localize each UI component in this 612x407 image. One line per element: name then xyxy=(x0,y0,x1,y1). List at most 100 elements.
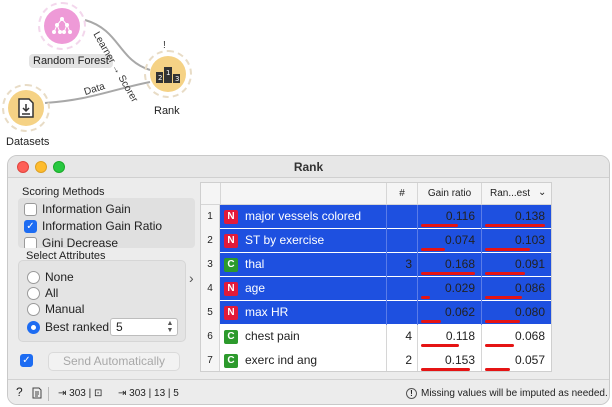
value-count: 4 xyxy=(405,329,412,343)
column-header-label: Ran...est xyxy=(490,188,531,199)
numeric-variable-icon: N xyxy=(224,234,238,248)
warning-icon: ! xyxy=(406,388,417,399)
radio-all[interactable]: All xyxy=(27,285,58,301)
node-label: Random Forest xyxy=(29,54,113,68)
node-rank[interactable]: ! 2 1 3 Rank xyxy=(140,40,200,120)
table-row[interactable]: 4 Nage 0.029 0.086 xyxy=(201,277,551,301)
categorical-variable-icon: C xyxy=(224,258,238,272)
status-bar: ? ⇥ 303 | ⊡ ⇥ 303 | 13 | 5 ! Missing valu… xyxy=(8,379,609,404)
checkbox[interactable] xyxy=(24,202,37,216)
attribute-name: ST by exercise xyxy=(245,233,325,247)
radio-none[interactable]: None xyxy=(27,269,74,285)
rank-podium-icon: 2 1 3 xyxy=(150,56,186,92)
radio-button[interactable] xyxy=(27,270,40,284)
value-count xyxy=(386,301,412,324)
scoring-methods-title: Scoring Methods xyxy=(22,186,105,198)
random-forest-bar xyxy=(485,320,520,323)
method-information-gain[interactable]: Information Gain xyxy=(24,201,131,217)
column-header-gain-ratio[interactable]: Gain ratio xyxy=(417,183,481,205)
spinbox-value: 5 xyxy=(116,320,123,334)
attribute-name: max HR xyxy=(245,305,289,319)
input-summary[interactable]: ⇥ 303 | ⊡ xyxy=(58,387,102,401)
title-bar: Rank xyxy=(8,156,609,178)
gain-ratio-bar xyxy=(421,272,475,275)
column-header-attribute[interactable] xyxy=(220,183,386,205)
numeric-variable-icon: N xyxy=(224,282,238,296)
checkbox[interactable] xyxy=(24,236,37,248)
value-count xyxy=(386,205,412,228)
random-forest-bar xyxy=(485,224,545,227)
row-number: 7 xyxy=(201,349,220,371)
radio-button[interactable] xyxy=(27,286,40,300)
input-summary-text: 303 | ⊡ xyxy=(69,388,103,399)
row-number: 2 xyxy=(201,229,220,253)
input-icon: ⇥ xyxy=(58,388,67,399)
send-automatically-checkbox[interactable]: ✓ xyxy=(20,354,33,367)
categorical-variable-icon: C xyxy=(224,354,238,368)
method-label: Information Gain Ratio xyxy=(42,219,163,233)
radio-label: All xyxy=(45,286,59,300)
row-number: 5 xyxy=(201,301,220,325)
method-label: Information Gain xyxy=(42,202,131,216)
table-row[interactable]: 6 Cchest pain 4 0.118 0.068 xyxy=(201,325,551,349)
column-header-count[interactable]: # xyxy=(386,183,417,205)
table-header: # Gain ratio Ran...est ⌄ xyxy=(201,183,551,205)
method-gini-decrease[interactable]: Gini Decrease xyxy=(24,235,118,248)
value-count xyxy=(386,229,412,252)
column-header-random-forest[interactable]: Ran...est ⌄ xyxy=(481,183,551,205)
best-ranked-spinbox[interactable]: 5 ▲ ▼ xyxy=(110,318,178,336)
sort-chevron-down-icon: ⌄ xyxy=(538,187,547,198)
value-count: 2 xyxy=(405,353,412,367)
gain-ratio-bar xyxy=(421,344,459,347)
radio-label: None xyxy=(45,270,74,284)
select-attributes-box: None All Manual Best ranked: 5 ▲ ▼ xyxy=(18,260,186,342)
node-label: Datasets xyxy=(6,136,50,148)
chevron-right-icon[interactable]: › xyxy=(189,270,194,286)
row-number: 3 xyxy=(201,253,220,277)
radio-manual[interactable]: Manual xyxy=(27,301,84,317)
table-row[interactable]: 7 Cexerc ind ang 2 0.153 0.057 xyxy=(201,349,551,371)
table-row[interactable]: 2 N ST by exercise 0.074 0.103 xyxy=(201,229,551,253)
value-count: 3 xyxy=(405,257,412,271)
gain-ratio-bar xyxy=(421,224,458,227)
row-number: 6 xyxy=(201,325,220,349)
send-automatically-button[interactable]: Send Automatically xyxy=(48,352,180,371)
output-icon: ⇥ xyxy=(118,388,127,399)
gain-ratio-bar xyxy=(421,296,430,299)
scoring-methods-list[interactable]: Information Gain ✓ Information Gain Rati… xyxy=(18,198,195,248)
ranking-table[interactable]: # Gain ratio Ran...est ⌄ 1 Nmajor vessels… xyxy=(200,182,552,372)
radio-label: Best ranked: xyxy=(45,320,113,334)
random-forest-bar xyxy=(485,272,525,275)
warning-text: Missing values will be imputed as needed… xyxy=(421,388,608,399)
table-row[interactable]: 5 Nmax HR 0.062 0.080 xyxy=(201,301,551,325)
tree-ensemble-icon xyxy=(44,8,80,44)
attribute-name: age xyxy=(245,281,266,295)
spinbox-arrows-icon[interactable]: ▲ ▼ xyxy=(165,320,175,334)
attribute-name: major vessels colored xyxy=(245,209,362,223)
categorical-variable-icon: C xyxy=(224,330,238,344)
radio-button[interactable] xyxy=(27,302,40,316)
random-forest-bar xyxy=(485,296,522,299)
attribute-name: chest pain xyxy=(245,329,300,343)
output-summary[interactable]: ⇥ 303 | 13 | 5 xyxy=(118,387,179,401)
output-summary-text: 303 | 13 | 5 xyxy=(129,388,179,399)
numeric-variable-icon: N xyxy=(224,306,238,320)
radio-best-ranked[interactable]: Best ranked: xyxy=(27,319,112,335)
numeric-variable-icon: N xyxy=(224,210,238,224)
table-row[interactable]: 1 Nmajor vessels colored 0.116 0.138 xyxy=(201,205,551,229)
gain-ratio-bar xyxy=(421,368,470,371)
help-icon[interactable]: ? xyxy=(16,385,23,399)
random-forest-bar xyxy=(485,248,530,251)
svg-text:2: 2 xyxy=(158,74,162,82)
workflow-canvas: Random Forest ! 2 1 3 Rank Datasets Lear… xyxy=(0,0,612,155)
download-file-icon xyxy=(8,90,44,126)
value-count xyxy=(386,277,412,300)
checkbox-checked[interactable]: ✓ xyxy=(24,219,37,233)
method-label: Gini Decrease xyxy=(42,236,119,248)
radio-button-selected[interactable] xyxy=(27,320,40,334)
table-row[interactable]: 3 Cthal 3 0.168 0.091 xyxy=(201,253,551,277)
gain-ratio-bar xyxy=(421,248,445,251)
method-information-gain-ratio[interactable]: ✓ Information Gain Ratio xyxy=(24,218,162,234)
report-icon[interactable] xyxy=(32,387,42,401)
node-datasets[interactable]: Datasets xyxy=(0,82,60,152)
